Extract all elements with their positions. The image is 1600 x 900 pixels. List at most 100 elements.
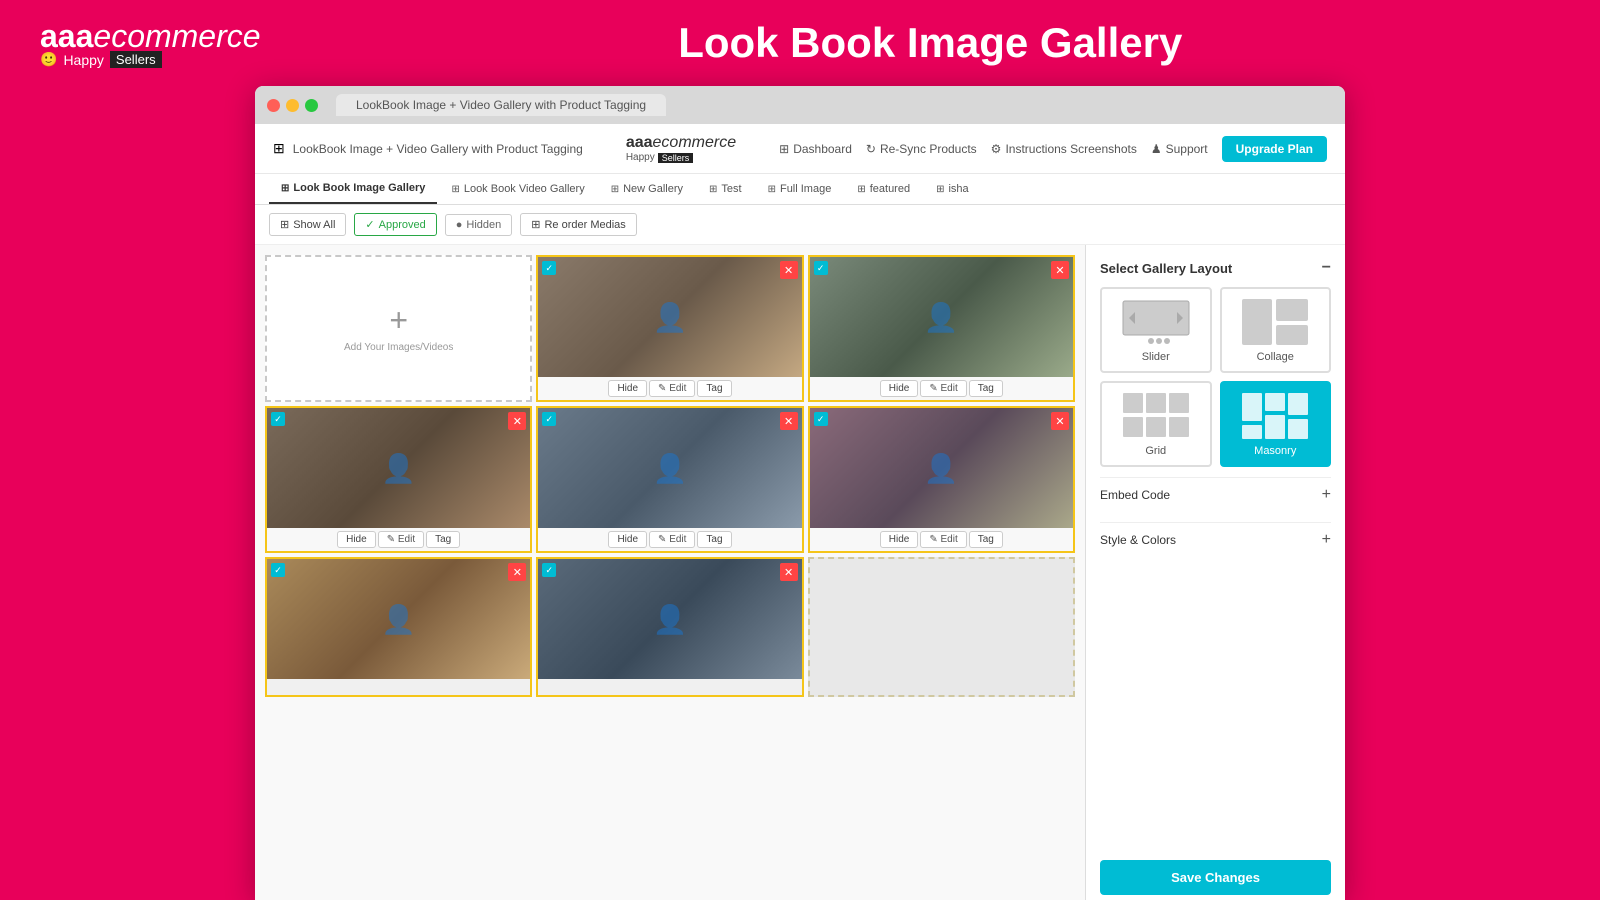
cell-check-3: ✓ — [271, 412, 285, 426]
tab-icon-6: ⊞ — [857, 184, 865, 195]
hide-btn-4[interactable]: Hide — [608, 531, 647, 548]
dot-green[interactable] — [305, 99, 318, 112]
dot-yellow[interactable] — [286, 99, 299, 112]
embed-code-section[interactable]: Embed Code + — [1100, 477, 1331, 512]
embed-code-toggle[interactable]: + — [1322, 486, 1331, 504]
cell-check-4: ✓ — [542, 412, 556, 426]
style-colors-label: Style & Colors — [1100, 533, 1176, 547]
show-all-button[interactable]: ⊞ Show All — [269, 213, 346, 236]
check-icon: ✓ — [365, 218, 374, 231]
edit-btn-3[interactable]: ✎ Edit — [378, 531, 424, 548]
cell-close-3[interactable]: ✕ — [508, 412, 526, 430]
cell-close-1[interactable]: ✕ — [780, 261, 798, 279]
layout-toggle[interactable]: − — [1322, 259, 1331, 277]
cell-close-2[interactable]: ✕ — [1051, 261, 1069, 279]
cell-image-2: 👤 — [810, 257, 1073, 377]
reorder-button[interactable]: ⊞ Re order Medias — [520, 213, 637, 236]
app-brand-name: aaaecommerce — [626, 134, 736, 152]
cell-image-5: 👤 — [810, 408, 1073, 528]
cell-close-7[interactable]: ✕ — [780, 563, 798, 581]
add-media-cell[interactable]: + Add Your Images/Videos — [265, 255, 532, 402]
layout-card-collage[interactable]: Collage — [1220, 287, 1332, 373]
dot-red[interactable] — [267, 99, 280, 112]
filter-bar: ⊞ Show All ✓ Approved ● Hidden ⊞ Re orde… — [255, 205, 1345, 245]
tab-featured[interactable]: ⊞ featured — [845, 175, 922, 203]
browser-window: LookBook Image + Video Gallery with Prod… — [255, 86, 1345, 900]
style-colors-toggle[interactable]: + — [1322, 531, 1331, 549]
edit-btn-4[interactable]: ✎ Edit — [649, 531, 695, 548]
cell-image-3: 👤 — [267, 408, 530, 528]
instructions-button[interactable]: ⚙ Instructions Screenshots — [991, 142, 1137, 156]
cell-close-4[interactable]: ✕ — [780, 412, 798, 430]
tab-new-gallery[interactable]: ⊞ New Gallery — [599, 175, 695, 203]
cell-close-6[interactable]: ✕ — [508, 563, 526, 581]
cell-close-5[interactable]: ✕ — [1051, 412, 1069, 430]
save-button[interactable]: Save Changes — [1100, 860, 1331, 895]
hide-btn-3[interactable]: Hide — [337, 531, 376, 548]
approved-button[interactable]: ✓ Approved — [354, 213, 436, 236]
tab-icon-3: ⊞ — [611, 184, 619, 195]
layout-section-title: Select Gallery Layout − — [1100, 259, 1331, 277]
tab-icon-1: ⊞ — [281, 183, 289, 194]
tag-btn-5[interactable]: Tag — [969, 531, 1003, 548]
tab-icon-5: ⊞ — [768, 184, 776, 195]
tab-look-book-image[interactable]: ⊞ Look Book Image Gallery — [269, 174, 437, 204]
hide-btn-1[interactable]: Hide — [608, 380, 647, 397]
app-nav-right: ⊞ Dashboard ↻ Re-Sync Products ⚙ Instruc… — [779, 136, 1327, 162]
dashboard-icon: ⊞ — [779, 142, 789, 156]
tag-btn-4[interactable]: Tag — [697, 531, 731, 548]
tab-icon-7: ⊞ — [936, 184, 944, 195]
cell-check-5: ✓ — [814, 412, 828, 426]
fashion-figure-1: 👤 — [538, 257, 801, 377]
top-header: aaaecommerce 🙂 Happy Sellers Look Book I… — [0, 0, 1600, 86]
tab-look-book-video[interactable]: ⊞ Look Book Video Gallery — [439, 175, 596, 203]
gallery-row-1: + Add Your Images/Videos ✓ ✕ 👤 Hide ✎ Ed… — [265, 255, 1075, 402]
fashion-figure-5: 👤 — [810, 408, 1073, 528]
cell-actions-3: Hide ✎ Edit Tag — [267, 528, 530, 551]
app-brand-tagline: Happy Sellers — [626, 152, 736, 163]
tag-btn-3[interactable]: Tag — [426, 531, 460, 548]
cell-image-6: 👤 — [267, 559, 530, 679]
fashion-figure-6: 👤 — [267, 559, 530, 679]
tab-test[interactable]: ⊞ Test — [697, 175, 754, 203]
fashion-figure-3: 👤 — [267, 408, 530, 528]
grid-icon — [1121, 391, 1191, 441]
gallery-cell-5: ✓ ✕ 👤 Hide ✎ Edit Tag — [808, 406, 1075, 553]
app-sellers-label: Sellers — [658, 153, 694, 163]
tab-isha[interactable]: ⊞ isha — [924, 175, 981, 203]
breadcrumb: LookBook Image + Video Gallery with Prod… — [293, 142, 583, 156]
resync-icon: ↻ — [866, 142, 876, 156]
resync-button[interactable]: ↻ Re-Sync Products — [866, 142, 977, 156]
layout-card-grid[interactable]: Grid — [1100, 381, 1212, 467]
tag-btn-2[interactable]: Tag — [969, 380, 1003, 397]
layout-card-slider[interactable]: Slider — [1100, 287, 1212, 373]
fashion-figure-2: 👤 — [810, 257, 1073, 377]
hide-btn-2[interactable]: Hide — [880, 380, 919, 397]
support-button[interactable]: ♟ Support — [1151, 142, 1208, 156]
grid-icon: ⊞ — [273, 140, 285, 157]
gallery-cell-1: ✓ ✕ 👤 Hide ✎ Edit Tag — [536, 255, 803, 402]
hide-btn-5[interactable]: Hide — [880, 531, 919, 548]
fashion-figure-4: 👤 — [538, 408, 801, 528]
dashboard-button[interactable]: ⊞ Dashboard — [779, 142, 852, 156]
fashion-figure-7: 👤 — [538, 559, 801, 679]
tag-btn-1[interactable]: Tag — [697, 380, 731, 397]
layout-card-masonry[interactable]: Masonry — [1220, 381, 1332, 467]
cell-image-7: 👤 — [538, 559, 801, 679]
embed-code-label: Embed Code — [1100, 488, 1170, 502]
masonry-icon — [1240, 391, 1310, 441]
tab-full-image[interactable]: ⊞ Full Image — [756, 175, 844, 203]
style-colors-section[interactable]: Style & Colors + — [1100, 522, 1331, 557]
cell-check-1: ✓ — [542, 261, 556, 275]
hidden-button[interactable]: ● Hidden — [445, 214, 513, 236]
gallery-row-3: ✓ ✕ 👤 ✓ ✕ 👤 — [265, 557, 1075, 697]
instructions-icon: ⚙ — [991, 142, 1002, 156]
add-label: Add Your Images/Videos — [344, 342, 453, 353]
edit-btn-5[interactable]: ✎ Edit — [920, 531, 966, 548]
smile-icon: 🙂 — [40, 51, 57, 68]
page-title: Look Book Image Gallery — [301, 19, 1560, 67]
sellers-label: Sellers — [110, 51, 162, 68]
edit-btn-1[interactable]: ✎ Edit — [649, 380, 695, 397]
edit-btn-2[interactable]: ✎ Edit — [920, 380, 966, 397]
upgrade-button[interactable]: Upgrade Plan — [1222, 136, 1327, 162]
